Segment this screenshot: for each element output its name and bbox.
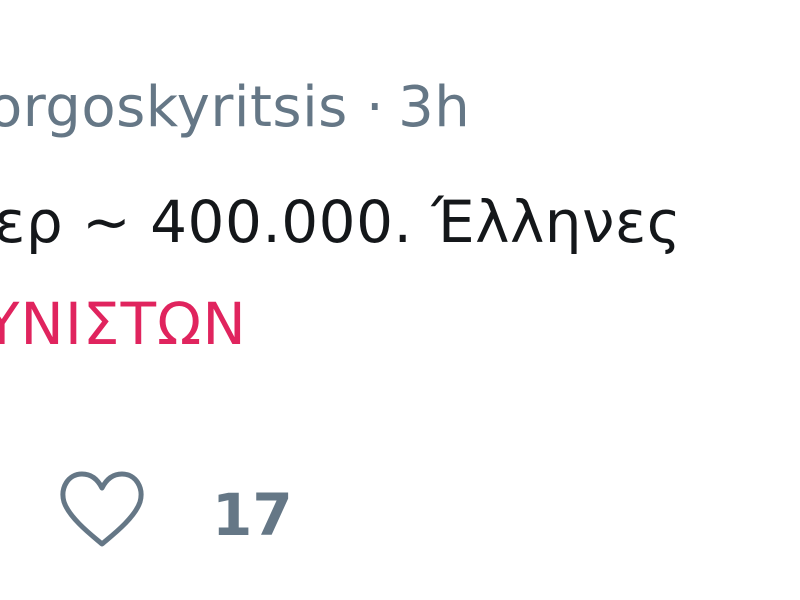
tweet-meta: orgoskyritsis · 3h	[0, 68, 470, 148]
hashtag-link[interactable]: ΥΝΙΣΤΩΝ	[0, 282, 247, 366]
tweet-card: orgoskyritsis · 3h ερ ~ 400.000. Έλληνες Υ…	[0, 0, 800, 600]
like-button[interactable]	[52, 460, 152, 556]
meta-separator: ·	[365, 75, 385, 140]
author-handle[interactable]: orgoskyritsis	[0, 75, 348, 140]
tweet-text: ερ ~ 400.000. Έλληνες	[0, 188, 682, 256]
tweet-actions: 17	[0, 440, 800, 580]
like-count: 17	[212, 481, 293, 549]
tweet-timestamp[interactable]: 3h	[398, 75, 470, 140]
heart-icon	[60, 471, 144, 547]
